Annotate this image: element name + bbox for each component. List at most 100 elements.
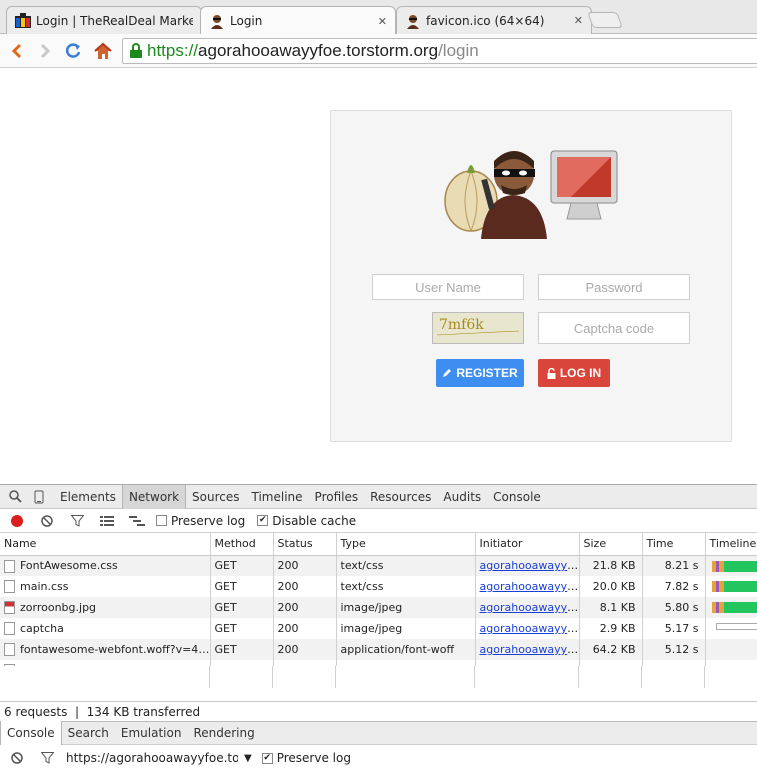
forward-button[interactable] — [34, 40, 56, 62]
cell-method-text: GET — [214, 559, 237, 573]
pencil-icon — [443, 369, 452, 377]
tab-close-icon[interactable]: ✕ — [378, 15, 387, 28]
cell-name-text: captcha — [20, 621, 64, 635]
timeline-bar-recv — [723, 581, 756, 592]
captcha-input[interactable] — [538, 312, 690, 344]
filter-icon[interactable] — [66, 512, 88, 530]
column-header-size[interactable]: Size — [579, 533, 643, 556]
cell-initiator-text[interactable]: agorahooawayyfo... — [480, 559, 579, 572]
drawer-tab-rendering[interactable]: Rendering — [187, 726, 260, 740]
console-context-select[interactable]: https://agorahooawayyfoe.torstorm.org/lo… — [66, 751, 238, 765]
cell-initiator: agorahooawayyfo... — [475, 576, 580, 597]
unlock-icon — [547, 367, 556, 379]
device-mode-icon[interactable] — [30, 489, 48, 505]
console-filter-icon[interactable] — [36, 749, 58, 767]
preserve-log-checkbox[interactable]: Preserve log — [156, 514, 245, 528]
disable-cache-checkbox[interactable]: ✔ Disable cache — [257, 514, 356, 528]
large-rows-icon[interactable] — [96, 512, 118, 530]
cell-method-text: GET — [214, 601, 237, 614]
cell-initiator: agorahooawayyfo... — [475, 555, 580, 576]
home-button[interactable] — [92, 40, 114, 62]
panel-tab-sources[interactable]: Sources — [186, 490, 245, 504]
column-header-name[interactable]: Name — [0, 533, 211, 556]
column-header-initiator[interactable]: Initiator — [475, 533, 580, 556]
cell-time-text: 5.80 s — [664, 601, 699, 614]
column-header-type[interactable]: Type — [336, 533, 476, 556]
cell-initiator-text[interactable]: agorahooawayyfo... — [480, 622, 579, 635]
console-preserve-log-checkbox[interactable]: ✔ Preserve log — [261, 751, 351, 765]
url-path: /login — [438, 41, 479, 60]
table-row[interactable]: captcha GET 200 image/jpeg agorahooawayyfo..… — [0, 618, 757, 639]
panel-tab-elements[interactable]: Elements — [54, 490, 122, 504]
register-label: REGISTER — [456, 366, 518, 380]
login-button[interactable]: LOG IN — [538, 359, 610, 387]
cell-time: 5.17 s — [642, 618, 706, 639]
back-arrow-icon — [11, 43, 22, 59]
register-button[interactable]: REGISTER — [436, 359, 524, 387]
checkbox-checked[interactable]: ✔ — [261, 752, 273, 764]
cell-initiator-text[interactable]: agorahooawayyfo... — [480, 643, 579, 656]
column-header-status[interactable]: Status — [273, 533, 337, 556]
reload-button[interactable] — [62, 40, 84, 62]
document-file-icon — [4, 580, 15, 594]
cell-status: 200 — [273, 639, 337, 660]
cell-status-text: 200 — [277, 559, 299, 573]
dropdown-arrow-icon[interactable]: ▼ — [244, 753, 252, 764]
panel-tab-console[interactable]: Console — [487, 490, 547, 504]
panel-tab-profiles[interactable]: Profiles — [309, 490, 365, 504]
cell-status: 200 — [273, 576, 337, 597]
cell-method: GET — [210, 576, 274, 597]
tab-favicon[interactable]: favicon.ico (64×64) ✕ — [396, 6, 592, 34]
panel-tab-audits[interactable]: Audits — [437, 490, 487, 504]
tab-login[interactable]: Login ✕ — [200, 6, 396, 35]
drawer-tab-search[interactable]: Search — [62, 726, 115, 740]
cell-initiator-text[interactable]: agorahooawayyfo... — [480, 580, 579, 593]
column-header-time[interactable]: Time — [642, 533, 706, 556]
panel-tab-network[interactable]: Network — [121, 484, 187, 509]
drawer-tab-console[interactable]: Console — [0, 721, 62, 745]
checkbox-checked[interactable]: ✔ — [257, 515, 269, 526]
inspect-search-icon[interactable] — [6, 489, 24, 505]
cell-type: image/jpeg — [336, 618, 476, 639]
table-row[interactable]: zorroonbg.jpg GET 200 image/jpeg agorahooawa… — [0, 597, 757, 618]
table-row[interactable]: fontawesome-webfont.woff?v=4.2.0 GET 200 ap… — [0, 639, 757, 660]
console-toolbar: https://agorahooawayyfoe.torstorm.org/lo… — [0, 745, 757, 771]
drawer-tab-emulation[interactable]: Emulation — [115, 726, 188, 740]
drawer-tabs: Console Search Emulation Rendering — [0, 721, 757, 745]
cell-time-text: 5.12 s — [664, 643, 699, 656]
checkbox-box[interactable] — [156, 515, 167, 526]
new-tab-button[interactable] — [587, 12, 623, 28]
overview-icon[interactable] — [126, 512, 148, 530]
table-row[interactable]: FontAwesome.css GET 200 text/css agorahooawa… — [0, 555, 757, 576]
cell-type-text: text/css — [340, 580, 384, 593]
document-file-icon — [4, 559, 15, 573]
preserve-log-label: Preserve log — [171, 513, 246, 528]
cell-status-text: 200 — [277, 580, 299, 593]
cell-method-text: GET — [214, 580, 237, 593]
table-row[interactable]: main.css GET 200 text/css agorahooawayyfo...… — [0, 576, 757, 597]
panel-tab-resources[interactable]: Resources — [364, 490, 437, 504]
address-bar[interactable]: https://agorahooawayyfoe.torstorm.org/lo… — [122, 38, 757, 64]
clear-icon[interactable] — [36, 512, 58, 530]
back-button[interactable] — [6, 40, 28, 62]
cell-size: 2.9 KB — [579, 618, 643, 639]
browser-tabstrip: Login | TheRealDeal Market Login ✕ favic… — [0, 0, 757, 35]
cell-status: 200 — [273, 597, 337, 618]
reload-icon — [65, 43, 81, 58]
cell-type: text/css — [336, 555, 476, 576]
column-header-timeline[interactable]: Timeline — [705, 533, 757, 556]
column-header-method[interactable]: Method — [210, 533, 274, 556]
transferred-size: 134 KB transferred — [86, 705, 201, 719]
cell-type: text/css — [336, 576, 476, 597]
cell-status-text: 200 — [277, 622, 299, 635]
tab-therealdeal[interactable]: Login | TheRealDeal Market — [6, 6, 202, 34]
cell-initiator: agorahooawayyfo... — [475, 639, 580, 660]
password-input[interactable] — [538, 274, 690, 300]
panel-tab-timeline[interactable]: Timeline — [246, 490, 309, 504]
tab-close-icon[interactable]: ✕ — [574, 14, 583, 27]
cell-initiator-text[interactable]: agorahooawayyfo... — [480, 601, 579, 614]
username-input[interactable] — [372, 274, 524, 300]
record-icon[interactable] — [6, 512, 28, 530]
clear-console-icon[interactable] — [6, 749, 28, 767]
cell-status-text: 200 — [277, 601, 299, 614]
